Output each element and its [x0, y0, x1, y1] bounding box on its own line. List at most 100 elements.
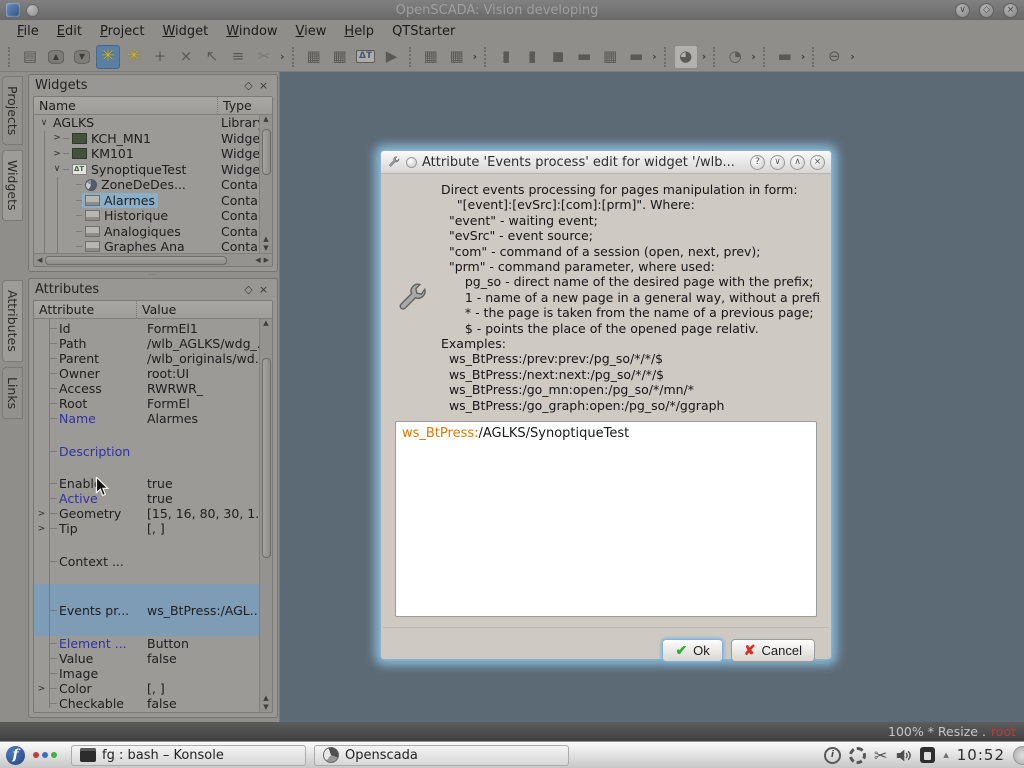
expander-closed-icon[interactable]: > [34, 509, 49, 519]
tree-row-analogiques[interactable]: AnalogiquesConta.. [34, 224, 259, 240]
close-button[interactable]: × [1003, 3, 1018, 18]
close-panel-icon[interactable]: × [256, 282, 271, 297]
keep-above-button[interactable]: ∧ [790, 155, 805, 170]
quick-launch-dots[interactable] [33, 752, 57, 758]
toolbar-button-db-save[interactable]: ▼ [70, 45, 94, 69]
start-menu-icon[interactable]: f [6, 746, 25, 765]
task-openscada[interactable]: Openscada [314, 745, 569, 766]
launcher-dot[interactable] [33, 752, 39, 758]
attr-row-description[interactable]: Description [34, 444, 259, 459]
attr-row-element[interactable]: Element ...Button [34, 636, 259, 651]
volume-icon[interactable] [895, 748, 912, 763]
close-panel-icon[interactable]: × [256, 78, 271, 93]
toolbar-button-elfig-rect[interactable]: ◼ [546, 45, 570, 69]
desktop-peek-button[interactable] [1013, 746, 1024, 765]
maximize-button[interactable]: ◇ [979, 3, 994, 18]
tray-expand-icon[interactable]: ▲ [943, 751, 948, 759]
toolbar-button-widget-add[interactable]: + [148, 45, 172, 69]
toolbar-extension-arrow[interactable]: › [652, 50, 657, 63]
info-icon[interactable]: i [824, 747, 841, 764]
toolbar-button-execution-mode[interactable]: ✳ [122, 45, 146, 69]
scroll-up-icon[interactable]: ▲ [263, 694, 268, 703]
settings-icon[interactable] [849, 747, 866, 764]
menu-qtstarter[interactable]: QTStarter [383, 22, 464, 41]
tree-vertical-scrollbar[interactable]: ▲ ▲ ▼ [259, 115, 272, 253]
attr-row-events-pr[interactable]: Events pr...ws_BtPress:/AGL... [34, 584, 259, 636]
attr-row-parent[interactable]: Parent/wlb_originals/wd... [34, 351, 259, 366]
scroll-thumb[interactable] [262, 129, 271, 175]
attr-row-tip[interactable]: >Tip[, ] [34, 521, 259, 536]
attr-row-name[interactable]: NameAlarmes [34, 411, 259, 426]
attributes-vertical-scrollbar[interactable]: ▲ ▲ ▼ [259, 319, 272, 712]
attr-row-image[interactable]: Image [34, 666, 259, 681]
tree-row-graphes-ana[interactable]: Graphes AnaConta [34, 239, 259, 253]
help-button[interactable]: ? [750, 155, 765, 170]
toolbar-button-lib-texture-1[interactable]: ▦ [419, 45, 443, 69]
window-menu-button[interactable] [26, 4, 39, 17]
events-text-editor[interactable]: ws_BtPress:/AGLKS/SynoptiqueTest [395, 421, 817, 617]
shade-button[interactable]: ∨ [770, 155, 785, 170]
menu-window[interactable]: Window [217, 22, 286, 41]
dialog-menu-button[interactable] [406, 157, 417, 168]
tree-row-aglks[interactable]: ∨AGLKSLibrary [34, 115, 259, 131]
toolbar-button-elfig-line-2[interactable]: ▮ [520, 45, 544, 69]
launcher-dot[interactable] [42, 752, 48, 758]
attr-row-context[interactable]: Context ... [34, 554, 259, 569]
tree-row-kch-mn1[interactable]: >KCH_MN1Widget [34, 131, 259, 147]
toolbar-button-diagram[interactable]: ◕ [674, 45, 698, 69]
toolbar-button-widget-properties[interactable]: ↖ [200, 45, 224, 69]
toolbar-extension-arrow[interactable]: › [751, 50, 756, 63]
attr-row-active[interactable]: Activetrue [34, 491, 259, 506]
menu-edit[interactable]: Edit [48, 22, 91, 41]
toolbar-extension-arrow[interactable]: › [801, 50, 806, 63]
toolbar-button-texture-text[interactable]: ▦ [328, 45, 352, 69]
tree-row-synoptiquetest[interactable]: ∨SynoptiqueTestWidget [34, 162, 259, 178]
task-konsole[interactable]: fg : bash – Konsole [71, 745, 306, 766]
scroll-down-icon[interactable]: ▼ [263, 703, 268, 712]
menu-project[interactable]: Project [91, 22, 154, 41]
expander-closed-icon[interactable]: > [51, 133, 63, 143]
attr-row-value[interactable]: Valuefalse [34, 651, 259, 666]
toolbar-extension-arrow[interactable]: › [702, 50, 707, 63]
menu-widget[interactable]: Widget [153, 22, 217, 41]
attr-row-path[interactable]: Path/wlb_AGLKS/wdg_... [34, 336, 259, 351]
toolbar-button-document[interactable]: ◔ [723, 45, 747, 69]
dock-tab-links[interactable]: Links [2, 367, 23, 419]
toolbar-button-link-element[interactable]: ⊖ [822, 45, 846, 69]
attr-col-value[interactable]: Value [136, 301, 272, 318]
attr-col-attribute[interactable]: Attribute [34, 301, 136, 318]
expander-closed-icon[interactable]: > [34, 524, 49, 534]
close-button[interactable]: × [810, 155, 825, 170]
toolbar-button-lib-texture-2[interactable]: ▦ [445, 45, 469, 69]
expander-closed-icon[interactable]: > [51, 149, 63, 159]
tree-row-historique[interactable]: HistoriqueConta.. [34, 208, 259, 224]
cancel-button[interactable]: Cancel [731, 639, 815, 662]
toolbar-button-media-element[interactable]: ▬ [624, 45, 648, 69]
attr-row-access[interactable]: AccessRWRWR_ [34, 381, 259, 396]
attr-row-color[interactable]: >Color[, ] [34, 681, 259, 696]
attr-row-owner[interactable]: Ownerroot:UI [34, 366, 259, 381]
tree-col-name[interactable]: Name [34, 97, 217, 114]
attr-row-checkable[interactable]: Checkablefalse [34, 696, 259, 711]
clock[interactable]: 10:52 [957, 746, 1005, 764]
expander-open-icon[interactable]: ∨ [38, 118, 50, 128]
scroll-up-icon[interactable]: ▲ [263, 115, 268, 124]
clipboard-icon[interactable] [920, 747, 935, 763]
toolbar-button-form-element[interactable]: ▬ [572, 45, 596, 69]
menu-help[interactable]: Help [335, 22, 383, 41]
float-panel-icon[interactable]: ◇ [241, 282, 256, 297]
toolbar-button-archive-values[interactable]: ΔT [354, 45, 378, 69]
scroll-up-icon[interactable]: ▲ [263, 235, 268, 244]
toolbar-button-widget-load[interactable]: ▤ [18, 45, 42, 69]
toolbar-extension-arrow[interactable]: › [280, 50, 285, 63]
attr-row-id[interactable]: IdFormEl1 [34, 321, 259, 336]
expander-open-icon[interactable]: ∨ [51, 164, 63, 174]
klipper-scissors-icon[interactable]: ✂ [874, 746, 887, 765]
scroll-left-icon[interactable]: ◀ [255, 256, 260, 265]
float-panel-icon[interactable]: ◇ [241, 78, 256, 93]
toolbar-extension-arrow[interactable]: › [850, 50, 855, 63]
tree-row-alarmes[interactable]: AlarmesConta.. [34, 193, 259, 209]
toolbar-button-widget-delete[interactable]: × [174, 45, 198, 69]
toolbar-button-elfig-line[interactable]: ▮ [494, 45, 518, 69]
shade-button[interactable]: ∨ [955, 3, 970, 18]
